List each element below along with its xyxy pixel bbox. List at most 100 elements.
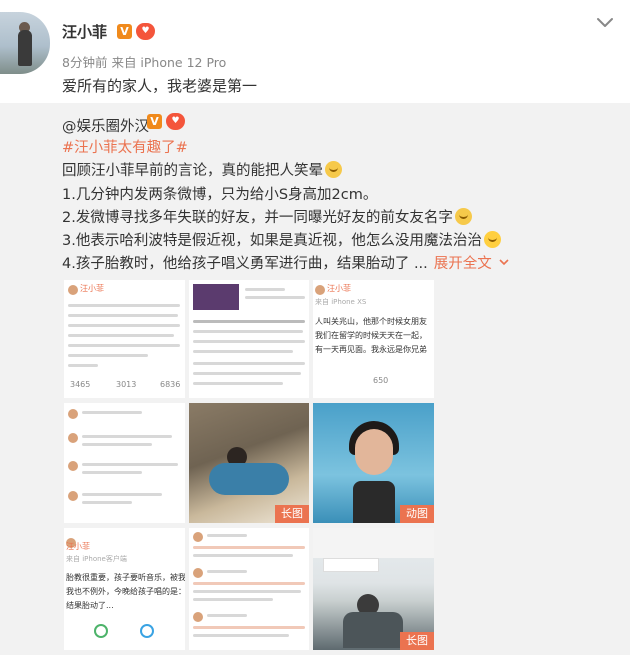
repost-line-3-text: 3.他表示哈利波特是假近视，如果是真近视，他怎么没用魔法治治 (62, 233, 482, 249)
repost-line-4: 4.孩子胎教时，他给孩子唱义勇军进行曲，结果胎动了 ... 展开全文 (62, 252, 510, 273)
text-placeholder-line (68, 344, 180, 347)
repost-intro-text: 回顾汪小菲早前的言论，真的能把人笑晕 (62, 163, 323, 179)
photo-person-body (343, 612, 403, 648)
repost-line-2-text: 2.发微博寻找多年失联的好友，并一同曝光好友的前女友名字 (62, 210, 453, 226)
verified-v-icon: V (117, 24, 132, 39)
repost-image-6[interactable]: 动图 (313, 403, 434, 523)
text-placeholder-line (82, 443, 152, 446)
text-placeholder-line (207, 570, 247, 573)
text-placeholder-line (82, 501, 132, 504)
repost-line-4-text: 4.孩子胎教时，他给孩子唱义勇军进行曲，结果胎动了 ... (62, 256, 428, 272)
reposted-weibo: @娱乐圈外汉 V ♥ #汪小菲太有趣了# 回顾汪小菲早前的言论，真的能把人笑晕 … (0, 103, 630, 655)
repost-author[interactable]: @娱乐圈外汉 (62, 115, 149, 136)
user-avatar[interactable] (0, 12, 50, 74)
post-username[interactable]: 汪小菲 (62, 21, 107, 42)
post-body-text: 爱所有的家人，我老婆是第一 (62, 77, 258, 95)
text-placeholder-line (68, 324, 180, 327)
gif-tag: 动图 (400, 505, 434, 523)
text-placeholder-line (207, 614, 247, 617)
text-placeholder-line (193, 626, 305, 629)
image-text-line: 人叫关兆山，他那个时候女朋友 (315, 317, 427, 326)
text-placeholder-line (193, 372, 301, 375)
chevron-down-icon[interactable] (498, 258, 510, 268)
weibo-post-header: 汪小菲 V ♥ 8分钟前 来自 iPhone 12 Pro 爱所有的家人，我老婆是… (0, 0, 630, 103)
image-username: 汪小菲 (66, 542, 90, 551)
text-placeholder-line (193, 598, 273, 601)
tears-of-joy-emoji-icon (483, 231, 501, 248)
text-placeholder-line (82, 493, 162, 496)
long-image-tag: 长图 (275, 505, 309, 523)
long-image-tag: 长图 (400, 632, 434, 650)
photo-person-body (209, 463, 289, 495)
repost-image-2[interactable] (189, 280, 309, 398)
fan-badge-icon: ♥ (136, 23, 155, 40)
photo-caption-box (323, 558, 379, 572)
avatar (68, 285, 78, 295)
text-placeholder-line (245, 296, 305, 299)
text-placeholder-line (193, 554, 293, 557)
text-placeholder-line (193, 582, 305, 585)
like-count: 6836 (160, 380, 181, 389)
repost-image-9[interactable]: 长图 (313, 528, 434, 650)
qq-icon (140, 624, 154, 638)
repost-line-3: 3.他表示哈利波特是假近视，如果是真近视，他怎么没用魔法治治 (62, 229, 501, 250)
repost-image-3[interactable]: 汪小菲 来自 iPhone XS 人叫关兆山，他那个时候女朋友 我们在留学的时候… (313, 280, 434, 398)
photo-woman-body (353, 481, 395, 523)
text-placeholder-line (193, 340, 305, 343)
avatar (68, 491, 78, 501)
verified-v-icon: V (147, 114, 162, 129)
text-placeholder-line (68, 364, 98, 367)
text-placeholder-line (193, 590, 301, 593)
image-text-line: 我们在留学的时候天天在一起， (315, 331, 427, 340)
text-placeholder-line (82, 471, 142, 474)
repost-line-1-text: 1.几分钟内发两条微博，只为给小S身高加2cm。 (62, 187, 378, 203)
image-username: 汪小菲 (327, 284, 351, 293)
avatar (193, 612, 203, 622)
text-placeholder-line (193, 362, 305, 365)
text-placeholder-line (68, 354, 148, 357)
image-text-line: 胎教很重要，孩子要听音乐，被我 (66, 573, 185, 582)
repost-count: 3465 (70, 380, 91, 389)
text-placeholder-line (68, 334, 174, 337)
repost-image-5[interactable]: 长图 (189, 403, 309, 523)
text-placeholder-line (68, 314, 178, 317)
laugh-emoji-icon (325, 161, 342, 178)
text-placeholder-line (193, 330, 303, 333)
repost-intro-line: 回顾汪小菲早前的言论，真的能把人笑晕 (62, 159, 342, 180)
hashtag-link[interactable]: #汪小菲太有趣了# (62, 140, 188, 156)
repost-image-1[interactable]: 汪小菲 3465 3013 6836 (64, 280, 185, 398)
post-meta: 8分钟前 来自 iPhone 12 Pro (62, 52, 226, 71)
text-placeholder-line (207, 534, 247, 537)
post-time[interactable]: 8分钟前 (62, 55, 107, 70)
repost-image-7[interactable]: 汪小菲 来自 iPhone客户端 胎教很重要，孩子要听音乐，被我 我也不例外，今… (64, 528, 185, 650)
comment-count: 3013 (116, 380, 137, 389)
post-source: 来自 iPhone 12 Pro (111, 55, 227, 70)
avatar (68, 409, 78, 419)
image-thumbnail (193, 284, 239, 310)
image-text-line: 结果胎动了... (66, 601, 114, 610)
text-placeholder-line (193, 634, 289, 637)
fan-badge-icon: ♥ (166, 113, 185, 130)
repost-line-2: 2.发微博寻找多年失联的好友，并一同曝光好友的前女友名字 (62, 206, 472, 227)
image-text-line: 我也不例外，今晚给孩子唱的是： (66, 587, 185, 596)
repost-image-4[interactable] (64, 403, 185, 523)
avatar (193, 568, 203, 578)
avatar (68, 433, 78, 443)
text-placeholder-line (193, 382, 283, 385)
text-placeholder-line (193, 546, 305, 549)
image-source: 来自 iPhone客户端 (66, 555, 127, 563)
image-source: 来自 iPhone XS (315, 298, 367, 306)
avatar (315, 285, 325, 295)
image-text-line: 有一天再见面。我永远是你兄弟 (315, 345, 427, 354)
text-placeholder-line (82, 463, 178, 466)
chevron-down-icon[interactable] (596, 16, 614, 30)
avatar (193, 532, 203, 542)
expand-full-text-link[interactable]: 展开全文 (434, 256, 492, 272)
text-placeholder-line (82, 435, 172, 438)
avatar (68, 461, 78, 471)
text-placeholder-line (68, 304, 180, 307)
like-count: 650 (373, 376, 389, 385)
avatar-figure-body (18, 30, 32, 66)
laugh-emoji-icon (454, 208, 472, 225)
repost-image-8[interactable] (189, 528, 309, 650)
